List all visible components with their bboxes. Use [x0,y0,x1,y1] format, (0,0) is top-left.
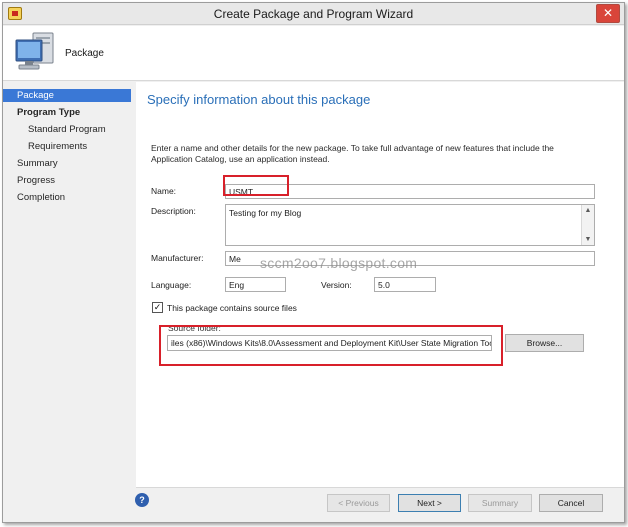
description-label: Description: [151,206,196,216]
scroll-down-icon[interactable]: ▼ [582,234,594,245]
intro-text: Enter a name and other details for the n… [151,143,554,164]
wizard-header: Package [3,26,624,81]
sidebar-item-standard-program[interactable]: Standard Program [3,123,131,136]
sidebar-item-summary[interactable]: Summary [3,157,131,170]
page-title: Specify information about this package [147,92,371,107]
package-computer-icon [15,32,54,70]
language-field[interactable]: Eng [225,277,286,292]
scroll-up-icon[interactable]: ▲ [582,205,594,216]
sidebar-item-requirements[interactable]: Requirements [3,140,131,153]
watermark-text: sccm2oo7.blogspot.com [260,255,418,271]
sidebar-item-completion[interactable]: Completion [3,191,131,204]
title-bar: Create Package and Program Wizard ✕ [3,3,624,25]
source-files-checkbox[interactable]: ✓ [152,302,163,313]
description-text: Testing for my Blog [229,208,302,218]
source-folder-field[interactable]: iles (x86)\Windows Kits\8.0\Assessment a… [167,335,492,351]
cancel-button[interactable]: Cancel [539,494,603,512]
name-label: Name: [151,186,177,196]
help-icon[interactable]: ? [135,493,149,507]
name-field[interactable]: USMT [225,184,595,199]
sidebar-item-package[interactable]: Package [3,89,131,102]
wizard-window: Create Package and Program Wizard ✕ Pack… [2,2,625,523]
next-button[interactable]: Next > [398,494,461,512]
summary-button[interactable]: Summary [468,494,532,512]
close-icon[interactable]: ✕ [596,4,620,23]
sidebar-item-progress[interactable]: Progress [3,174,131,187]
manufacturer-label: Manufacturer: [151,253,204,263]
previous-button[interactable]: < Previous [327,494,390,512]
wizard-sidebar: Package Program Type Standard Program Re… [3,82,133,522]
description-scrollbar[interactable]: ▲ ▼ [581,205,594,245]
browse-button[interactable]: Browse... [505,334,584,352]
language-label: Language: [151,280,192,290]
sidebar-item-program-type[interactable]: Program Type [3,106,131,119]
footer-divider [136,487,624,488]
checkmark-icon: ✓ [153,302,162,312]
window-title: Create Package and Program Wizard [213,7,414,21]
content-panel: Specify information about this package E… [136,82,624,487]
source-files-label: This package contains source files [167,303,297,313]
version-label: Version: [321,280,352,290]
version-field[interactable]: 5.0 [374,277,436,292]
description-field[interactable]: Testing for my Blog ▲ ▼ [225,204,595,246]
source-folder-label: Source folder: [168,323,221,333]
header-title: Package [65,48,104,59]
